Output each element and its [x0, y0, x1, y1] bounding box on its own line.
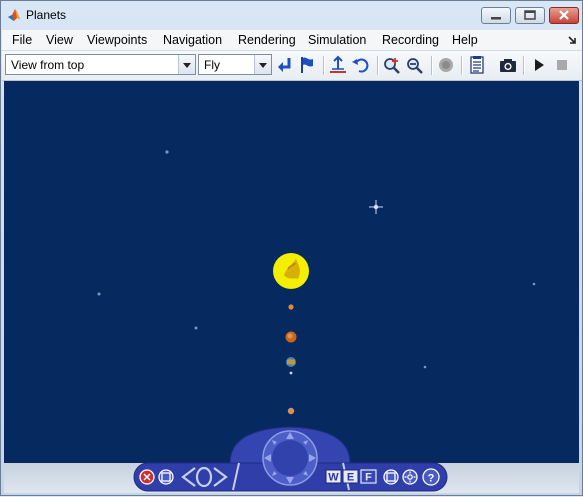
headlight-button[interactable]	[402, 469, 418, 485]
chevron-down-icon[interactable]	[178, 55, 195, 74]
toolbar-separator	[523, 56, 525, 75]
planets-window: Planets File View Viewpoints Navigation …	[0, 0, 583, 496]
minimize-icon	[491, 17, 501, 20]
bright-star	[369, 200, 383, 214]
fly-mode-icon: F	[365, 472, 372, 484]
examine-mode-icon: E	[347, 472, 354, 484]
straighten-button[interactable]	[328, 55, 348, 75]
create-viewpoint-icon	[301, 57, 313, 73]
toolbar-separator	[323, 56, 325, 75]
sun[interactable]	[273, 253, 309, 289]
straighten-panel-button[interactable]	[383, 469, 399, 485]
close-panel-button[interactable]	[139, 469, 155, 485]
navigation-wheel[interactable]	[262, 430, 318, 486]
stop-navigation-button[interactable]	[436, 55, 456, 75]
zoom-out-button[interactable]	[405, 55, 425, 75]
dock-arrow-icon[interactable]	[567, 35, 577, 45]
help-button[interactable]: ?	[422, 468, 440, 486]
close-icon	[559, 10, 569, 20]
snapshot-button[interactable]	[498, 55, 518, 75]
viewpoint-select-value: View from top	[11, 58, 85, 72]
fly-mode-button[interactable]: F	[360, 469, 377, 484]
chevron-down-icon[interactable]	[254, 55, 271, 74]
toolbar-separator	[461, 56, 463, 75]
walk-mode-icon: W	[328, 472, 339, 484]
menu-view[interactable]: View	[46, 33, 73, 47]
toolbar: View from top Fly	[2, 51, 582, 81]
menu-bar: File View Viewpoints Navigation Renderin…	[2, 30, 582, 51]
window-title: Planets	[26, 8, 67, 22]
3d-viewport[interactable]	[4, 81, 579, 463]
menu-navigation[interactable]: Navigation	[163, 33, 222, 47]
venus[interactable]	[285, 331, 297, 343]
navigation-method-select[interactable]: Fly	[198, 54, 272, 75]
stop-icon	[439, 58, 453, 72]
zoom-in-button[interactable]	[382, 55, 402, 75]
undo-move-icon	[352, 58, 369, 73]
scene-canvas	[97, 150, 536, 415]
walk-mode-button[interactable]: W	[325, 469, 342, 484]
minimize-button[interactable]	[481, 7, 511, 24]
matlab-logo-icon	[7, 8, 21, 22]
examine-mode-button[interactable]: E	[342, 469, 359, 484]
play-button[interactable]	[529, 55, 549, 75]
help-icon: ?	[428, 473, 435, 485]
menu-file[interactable]: File	[12, 33, 32, 47]
menu-viewpoints[interactable]: Viewpoints	[87, 33, 147, 47]
create-viewpoint-button[interactable]	[297, 55, 317, 75]
menu-simulation[interactable]: Simulation	[308, 33, 366, 47]
title-bar[interactable]: Planets	[1, 1, 582, 29]
snapshot-icon	[500, 59, 516, 72]
navigation-select-value: Fly	[204, 58, 220, 72]
toolbar-separator	[377, 56, 379, 75]
return-to-viewpoint-button[interactable]	[275, 55, 295, 75]
play-icon	[535, 59, 544, 71]
toolbar-separator	[431, 56, 433, 75]
moon[interactable]	[289, 371, 293, 375]
menu-recording[interactable]: Recording	[382, 33, 439, 47]
stop-simulation-button[interactable]	[552, 55, 572, 75]
background-stars	[97, 150, 536, 369]
zoom-in-icon	[384, 58, 400, 74]
permalink-button[interactable]	[467, 55, 487, 75]
stop-simulation-icon	[557, 60, 567, 70]
undo-move-button[interactable]	[351, 55, 371, 75]
mars[interactable]	[287, 407, 295, 415]
close-button[interactable]	[549, 7, 579, 24]
earth[interactable]	[286, 357, 296, 367]
maximize-icon	[524, 10, 536, 20]
menu-help[interactable]: Help	[452, 33, 478, 47]
zoom-out-icon	[407, 58, 423, 74]
menu-rendering[interactable]: Rendering	[238, 33, 296, 47]
panel-options-button[interactable]	[158, 469, 174, 485]
straighten-icon	[330, 55, 346, 73]
return-to-viewpoint-icon	[278, 58, 291, 72]
viewpoint-select[interactable]: View from top	[5, 54, 196, 75]
mercury[interactable]	[288, 304, 294, 310]
permalink-icon	[470, 56, 484, 74]
maximize-button[interactable]	[515, 7, 545, 24]
